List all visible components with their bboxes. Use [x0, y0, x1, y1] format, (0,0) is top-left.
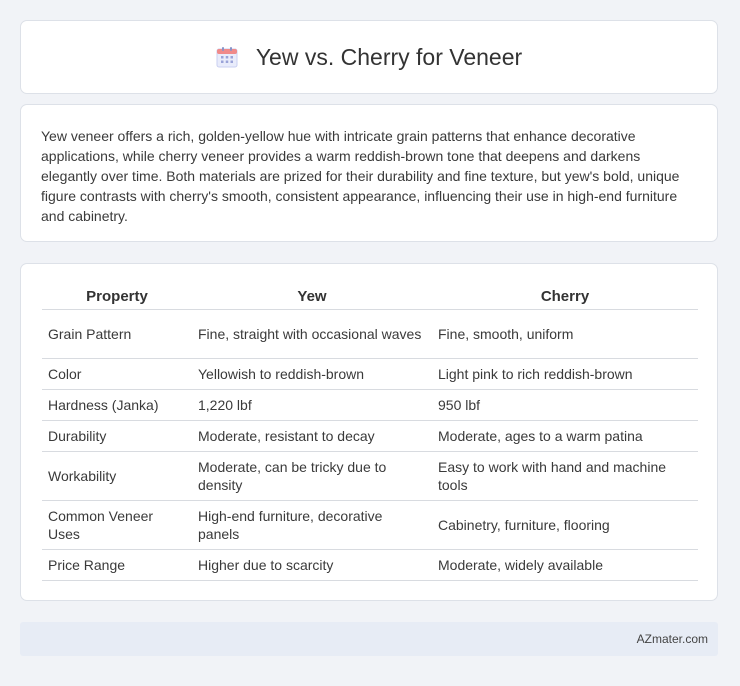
yew-cell: High-end furniture, decorative panels [192, 501, 432, 550]
cherry-cell: 950 lbf [432, 390, 698, 421]
table-header-row: Property Yew Cherry [42, 284, 698, 310]
intro-paragraph: Yew veneer offers a rich, golden-yellow … [41, 128, 680, 224]
calendar-icon [216, 47, 238, 68]
property-cell: Durability [42, 421, 192, 452]
cherry-cell: Easy to work with hand and machine tools [432, 452, 698, 501]
title-card: Yew vs. Cherry for Veneer [20, 20, 718, 94]
yew-cell: Moderate, can be tricky due to density [192, 452, 432, 501]
yew-cell: Yellowish to reddish-brown [192, 359, 432, 390]
table-row: Price Range Higher due to scarcity Moder… [42, 550, 698, 581]
table-row: Common Veneer Uses High-end furniture, d… [42, 501, 698, 550]
yew-cell: Fine, straight with occasional waves [192, 310, 432, 359]
comparison-card: Property Yew Cherry Grain Pattern Fine, … [20, 263, 718, 601]
table-row: Durability Moderate, resistant to decay … [42, 421, 698, 452]
header-cherry: Cherry [432, 284, 698, 310]
comparison-table: Property Yew Cherry Grain Pattern Fine, … [42, 284, 698, 581]
intro-card: Yew veneer offers a rich, golden-yellow … [20, 104, 718, 242]
property-cell: Color [42, 359, 192, 390]
property-cell: Workability [42, 452, 192, 501]
cherry-cell: Fine, smooth, uniform [432, 310, 698, 359]
footer-site-name: AZmater.com [636, 632, 708, 646]
property-cell: Hardness (Janka) [42, 390, 192, 421]
cherry-cell: Moderate, widely available [432, 550, 698, 581]
table-row: Hardness (Janka) 1,220 lbf 950 lbf [42, 390, 698, 421]
table-row: Grain Pattern Fine, straight with occasi… [42, 310, 698, 359]
header-property: Property [42, 284, 192, 310]
page-title: Yew vs. Cherry for Veneer [255, 43, 523, 70]
yew-cell: Moderate, resistant to decay [192, 421, 432, 452]
property-cell: Price Range [42, 550, 192, 581]
footer-bar: AZmater.com [20, 622, 718, 656]
title-wrap: Yew vs. Cherry for Veneer [216, 44, 522, 71]
property-cell: Common Veneer Uses [42, 501, 192, 550]
yew-cell: Higher due to scarcity [192, 550, 432, 581]
cherry-cell: Cabinetry, furniture, flooring [432, 501, 698, 550]
cherry-cell: Moderate, ages to a warm patina [432, 421, 698, 452]
yew-cell: 1,220 lbf [192, 390, 432, 421]
table-row: Workability Moderate, can be tricky due … [42, 452, 698, 501]
property-cell: Grain Pattern [42, 310, 192, 359]
table-row: Color Yellowish to reddish-brown Light p… [42, 359, 698, 390]
cherry-cell: Light pink to rich reddish-brown [432, 359, 698, 390]
header-yew: Yew [192, 284, 432, 310]
